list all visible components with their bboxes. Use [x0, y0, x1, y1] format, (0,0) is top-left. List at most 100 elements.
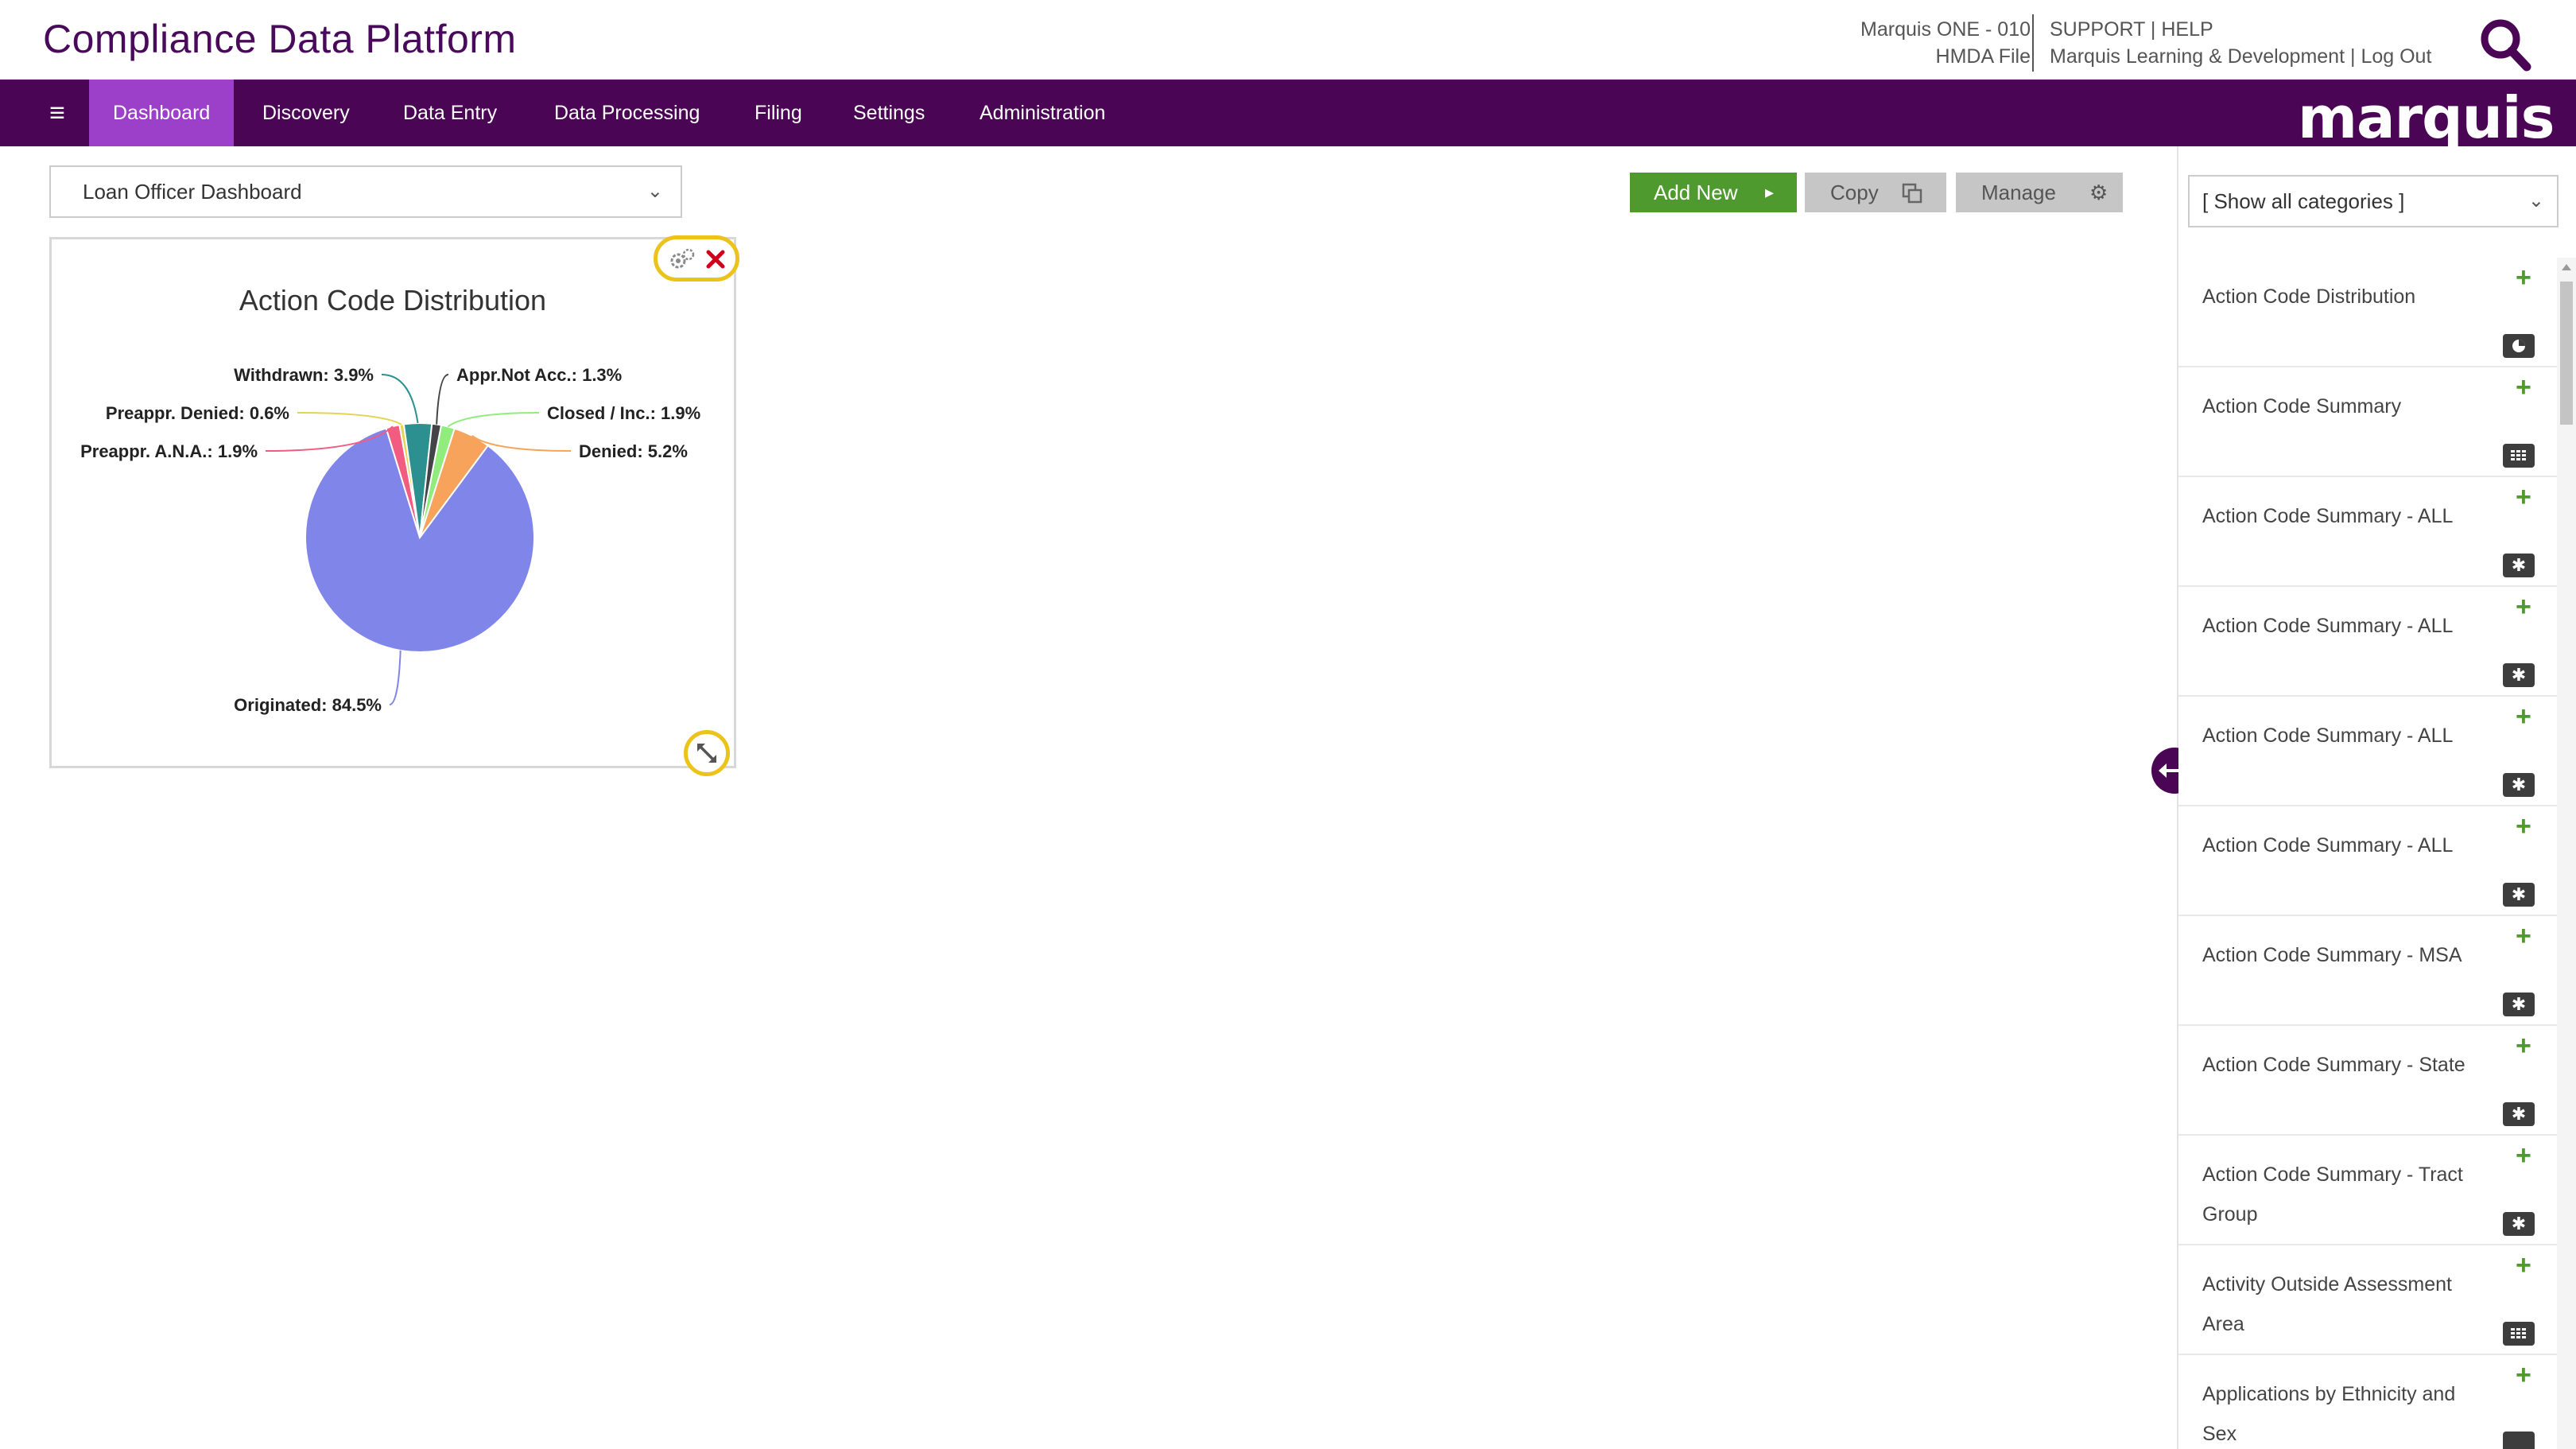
widget-list-label: Action Code Distribution	[2202, 286, 2416, 308]
pie-chart: Closed / Inc.: 1.9% Denied: 5.2% Originate…	[80, 365, 700, 715]
list-item[interactable]: Applications by Ethnicity and Sex +	[2178, 1355, 2557, 1449]
add-widget-icon[interactable]: +	[2516, 1140, 2531, 1171]
chevron-down-icon: ⌄	[2528, 190, 2544, 212]
tab-dashboard[interactable]: Dashboard	[89, 80, 235, 146]
brand-logo: marquis	[2298, 84, 2555, 151]
add-widget-icon[interactable]: +	[2516, 372, 2531, 403]
organization-link[interactable]: Marquis Learning & Development	[2050, 45, 2345, 68]
widget-list-label: Action Code Summary - ALL	[2202, 724, 2454, 747]
pie-chart-icon	[2503, 334, 2535, 358]
resize-handle[interactable]	[684, 730, 730, 776]
asterisk-icon: ✱	[2503, 663, 2535, 687]
close-icon[interactable]	[705, 249, 726, 270]
pie-data-label: Originated: 84.5%	[234, 695, 382, 715]
search-icon	[2481, 19, 2531, 72]
tab-discovery[interactable]: Discovery	[239, 80, 374, 146]
add-widget-icon[interactable]: +	[2516, 592, 2531, 623]
list-item[interactable]: Action Code Summary - State + ✱	[2178, 1026, 2557, 1136]
widget-list-label: Action Code Summary - Tract Group	[2202, 1163, 2463, 1226]
list-item[interactable]: Action Code Summary - MSA + ✱	[2178, 916, 2557, 1026]
add-widget-icon[interactable]: +	[2516, 262, 2531, 293]
caret-right-icon: ▸	[1765, 182, 1775, 202]
table-icon	[2503, 1322, 2535, 1346]
pie-connector	[389, 650, 402, 705]
pie-data-label: Preappr. Denied: 0.6%	[106, 403, 289, 423]
add-widget-icon[interactable]: +	[2516, 921, 2531, 952]
account-line-2: HMDA File	[1935, 45, 2031, 68]
widget-list-label: Action Code Summary - ALL	[2202, 834, 2454, 857]
widget-list-label: Activity Outside Assessment Area	[2202, 1273, 2453, 1335]
tab-filing[interactable]: Filing	[731, 80, 826, 146]
hamburger-icon[interactable]: ≡	[41, 97, 73, 129]
list-item[interactable]: Action Code Summary - ALL + ✱	[2178, 697, 2557, 806]
widget-list-label: Action Code Summary - ALL	[2202, 505, 2454, 527]
link-separator: |	[2350, 45, 2356, 68]
pie-connector	[447, 412, 540, 428]
add-widget-icon[interactable]: +	[2516, 1360, 2531, 1391]
add-widget-icon[interactable]: +	[2516, 701, 2531, 732]
list-item[interactable]: Action Code Summary - ALL + ✱	[2178, 477, 2557, 587]
pie-slices	[305, 422, 535, 653]
asterisk-icon: ✱	[2503, 1102, 2535, 1126]
pie-data-label: Closed / Inc.: 1.9%	[547, 403, 700, 423]
list-item[interactable]: Action Code Summary +	[2178, 367, 2557, 477]
widget-library-panel: [ Show all categories ] ⌄ Action Code Di…	[2178, 146, 2576, 1449]
manage-label: Manage	[1981, 181, 2056, 204]
add-new-button[interactable]: Add New ▸	[1630, 173, 1797, 212]
scroll-thumb[interactable]	[2560, 282, 2573, 425]
pie-data-label: Denied: 5.2%	[579, 441, 688, 461]
asterisk-icon: ✱	[2503, 883, 2535, 907]
widget-controls	[654, 235, 739, 282]
copy-button[interactable]: Copy	[1805, 173, 1946, 212]
chevron-down-icon: ⌄	[646, 181, 663, 202]
gear-icon: ⚙	[2089, 181, 2109, 204]
add-widget-icon[interactable]: +	[2516, 482, 2531, 513]
widget-list-label: Action Code Summary - State	[2202, 1054, 2465, 1076]
list-item[interactable]: Activity Outside Assessment Area +	[2178, 1245, 2557, 1355]
list-item[interactable]: Action Code Summary - ALL + ✱	[2178, 587, 2557, 697]
scroll-up-icon[interactable]	[2560, 259, 2573, 275]
manage-button[interactable]: Manage ⚙	[1956, 173, 2123, 212]
widget-list-label: Action Code Summary	[2202, 395, 2402, 418]
pie-connector	[297, 412, 402, 425]
asterisk-icon: ✱	[2503, 773, 2535, 797]
list-item[interactable]: Action Code Summary - Tract Group + ✱	[2178, 1136, 2557, 1245]
category-select[interactable]: [ Show all categories ] ⌄	[2188, 175, 2559, 227]
tab-settings[interactable]: Settings	[829, 80, 949, 146]
account-info: Marquis ONE - 010 HMDA File	[1860, 16, 2031, 70]
add-widget-icon[interactable]: +	[2516, 1250, 2531, 1281]
table-icon	[2503, 444, 2535, 468]
add-widget-icon[interactable]: +	[2516, 1031, 2531, 1062]
pie-data-label: Withdrawn: 3.9%	[234, 365, 374, 385]
tab-data-processing[interactable]: Data Processing	[530, 80, 724, 146]
widget-list: Action Code Distribution + Action Code S…	[2178, 258, 2557, 1449]
widget-list-scrollbar[interactable]	[2557, 258, 2576, 1449]
list-item[interactable]: Action Code Summary - ALL + ✱	[2178, 806, 2557, 916]
widget-list-label: Action Code Summary - MSA	[2202, 944, 2462, 966]
list-item[interactable]: Action Code Distribution +	[2178, 258, 2557, 367]
add-new-label: Add New	[1654, 181, 1738, 204]
help-link[interactable]: HELP	[2161, 18, 2213, 41]
widget-list-label: Applications by Ethnicity and Sex	[2202, 1383, 2456, 1445]
copy-icon	[1902, 183, 1922, 204]
add-widget-icon[interactable]: +	[2516, 811, 2531, 842]
top-header: Compliance Data Platform Marquis ONE - 0…	[0, 0, 2576, 80]
main-nav: ≡ Dashboard Discovery Data Entry Data Pr…	[0, 80, 2576, 151]
support-link[interactable]: SUPPORT	[2050, 18, 2145, 41]
gears-icon[interactable]	[669, 247, 696, 271]
pie-data-label: Appr.Not Acc.: 1.3%	[456, 365, 622, 385]
asterisk-icon: ✱	[2503, 993, 2535, 1016]
pie-connector	[436, 374, 449, 425]
tab-data-entry[interactable]: Data Entry	[379, 80, 521, 146]
search-button[interactable]	[2476, 14, 2535, 73]
header-links: SUPPORT | HELP Marquis Learning & Develo…	[2050, 16, 2431, 70]
tab-administration[interactable]: Administration	[956, 80, 1129, 146]
pie-connector	[381, 374, 419, 424]
link-separator: |	[2150, 18, 2156, 41]
account-line-1: Marquis ONE - 010	[1860, 18, 2031, 41]
category-select-value: [ Show all categories ]	[2202, 189, 2405, 213]
asterisk-icon: ✱	[2503, 554, 2535, 577]
logout-link[interactable]: Log Out	[2361, 45, 2431, 68]
dashboard-select[interactable]: Loan Officer Dashboard ⌄	[49, 165, 682, 218]
copy-label: Copy	[1830, 181, 1879, 204]
